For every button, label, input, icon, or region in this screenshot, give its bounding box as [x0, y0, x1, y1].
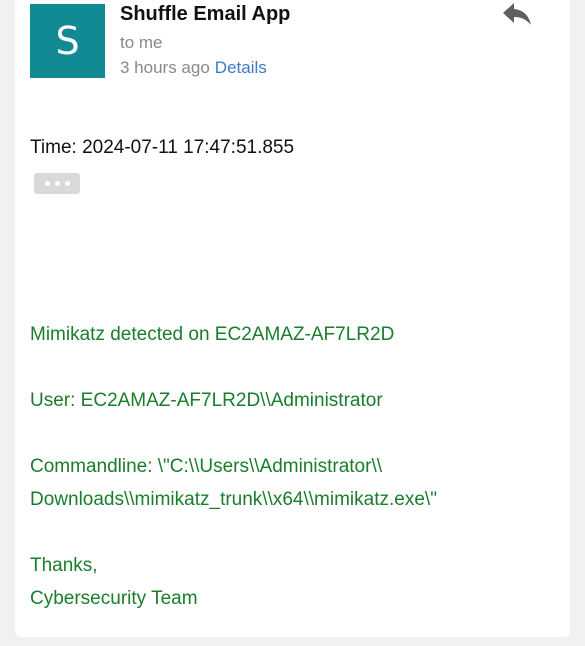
avatar-letter: S [55, 19, 80, 63]
reply-icon [503, 3, 531, 25]
show-trimmed-content-button[interactable] [34, 173, 80, 194]
details-link[interactable]: Details [215, 58, 267, 77]
ellipsis-icon [64, 181, 70, 186]
ellipsis-icon [54, 181, 60, 186]
email-card [15, 0, 570, 637]
user-line: User: EC2AMAZ-AF7LR2D\\Administrator [30, 390, 383, 411]
commandline-continued-line: Downloads\\mimikatz_trunk\\x64\\mimikatz… [30, 489, 437, 510]
sender-name: Shuffle Email App [120, 3, 291, 25]
sender-avatar: S [30, 4, 105, 78]
ellipsis-icon [44, 181, 50, 186]
closing-line: Thanks, [30, 555, 98, 576]
received-time: 3 hours ago [120, 58, 210, 77]
reply-button[interactable] [500, 0, 536, 30]
commandline-line: Commandline: \"C:\\Users\\Administrator\… [30, 456, 383, 477]
recipient-label: to me [120, 33, 163, 52]
received-time-row: 3 hours ago Details [120, 58, 267, 78]
signature-line: Cybersecurity Team [30, 588, 198, 609]
alert-time: Time: 2024-07-11 17:47:51.855 [30, 137, 295, 158]
detection-line: Mimikatz detected on EC2AMAZ-AF7LR2D [30, 324, 395, 345]
